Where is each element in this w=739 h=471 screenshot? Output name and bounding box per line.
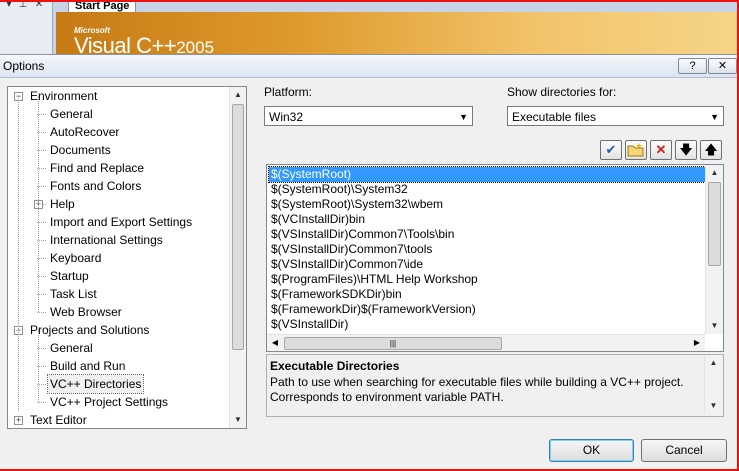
tree-item[interactable]: Find and Replace — [50, 159, 144, 177]
options-dialog: Options ? ✕ ▲ ▼ − Environment General AutoR… — [0, 54, 737, 470]
tree-item[interactable]: Web Browser — [50, 303, 122, 321]
product-banner: Microsoft Visual C++2005 — [56, 12, 739, 58]
annotation-border-top — [0, 0, 739, 2]
directory-item[interactable]: $(SystemRoot)\System32 — [269, 182, 408, 197]
list-vscrollbar[interactable]: ▲ ▼ — [705, 165, 723, 334]
list-scroll-thumb[interactable] — [708, 182, 721, 266]
move-up-icon[interactable]: 🡅 — [700, 140, 722, 160]
scroll-up-icon[interactable]: ▲ — [230, 87, 246, 103]
list-hscrollbar[interactable]: ◀ ||| ▶ — [267, 334, 705, 351]
options-tree[interactable]: ▲ ▼ − Environment General AutoRecover Docume… — [7, 86, 247, 429]
tree-item[interactable]: International Settings — [50, 231, 163, 249]
directory-item[interactable]: $(SystemRoot) — [268, 166, 706, 183]
chevron-down-icon[interactable]: ▼ — [459, 107, 468, 127]
ok-button[interactable]: OK — [549, 439, 634, 462]
tree-scrollbar[interactable]: ▲ ▼ — [229, 87, 246, 428]
scroll-right-icon[interactable]: ▶ — [689, 335, 705, 351]
tree-item[interactable]: Task List — [50, 285, 97, 303]
tree-connector — [38, 330, 39, 402]
platform-value: Win32 — [269, 110, 304, 124]
directory-item[interactable]: $(FrameworkDir)$(FrameworkVersion) — [269, 302, 476, 317]
scroll-down-icon[interactable]: ▼ — [706, 318, 723, 334]
tree-item[interactable]: VC++ Directories — [46, 374, 145, 394]
tree-item[interactable]: Fonts and Colors — [50, 177, 141, 195]
dialog-title: Options — [3, 59, 45, 73]
description-heading: Executable Directories — [270, 359, 400, 373]
chevron-down-icon[interactable]: ▼ — [710, 107, 719, 127]
ide-side-panel: ▾ ⊥ ✕ — [0, 0, 53, 54]
cancel-button[interactable]: Cancel — [641, 439, 727, 462]
delete-icon[interactable]: ✕ — [650, 140, 672, 160]
help-button[interactable]: ? — [678, 58, 707, 74]
close-button[interactable]: ✕ — [708, 58, 737, 74]
tree-item[interactable]: Keyboard — [50, 249, 101, 267]
checkmark-icon[interactable]: ✔ — [600, 140, 622, 160]
scroll-down-icon[interactable]: ▼ — [230, 412, 246, 428]
expand-icon[interactable]: + — [14, 416, 23, 425]
directory-item[interactable]: $(ProgramFiles)\HTML Help Workshop — [269, 272, 478, 287]
directory-item[interactable]: $(FrameworkSDKDir)bin — [269, 287, 402, 302]
show-dirs-label: Show directories for: — [507, 85, 617, 99]
tree-item[interactable]: General — [50, 339, 93, 357]
directory-item[interactable]: $(VSInstallDir)Common7\Tools\bin — [269, 227, 454, 242]
new-folder-icon[interactable] — [625, 140, 647, 160]
tree-item[interactable]: VC++ Project Settings — [50, 393, 168, 411]
tree-item[interactable]: Text Editor — [30, 411, 87, 428]
tree-connector — [38, 96, 39, 312]
tree-scroll-thumb[interactable] — [232, 104, 244, 350]
directory-item[interactable]: $(VSInstallDir)Common7\ide — [269, 257, 423, 272]
directory-item[interactable]: $(VCInstallDir)bin — [269, 212, 365, 227]
dialog-titlebar: Options ? ✕ — [0, 55, 737, 78]
tree-item[interactable]: Documents — [50, 141, 111, 159]
list-hscroll-thumb[interactable]: ||| — [284, 337, 502, 350]
platform-label: Platform: — [264, 85, 313, 99]
tree-item[interactable]: General — [50, 105, 93, 123]
tree-item[interactable]: Build and Run — [50, 357, 125, 375]
platform-select[interactable]: Win32 ▼ — [264, 106, 473, 126]
scroll-up-icon[interactable]: ▲ — [705, 355, 722, 371]
scroll-up-icon[interactable]: ▲ — [706, 165, 723, 181]
directory-item[interactable]: $(VSInstallDir)Common7\tools — [269, 242, 432, 257]
description-scrollbar[interactable]: ▲ ▼ — [704, 355, 722, 414]
move-down-icon[interactable]: 🡇 — [675, 140, 697, 160]
tree-item[interactable]: Startup — [50, 267, 89, 285]
show-dirs-select[interactable]: Executable files ▼ — [507, 106, 724, 126]
directory-item[interactable]: $(VSInstallDir) — [269, 317, 348, 332]
show-dirs-value: Executable files — [512, 110, 597, 124]
tree-connector — [18, 96, 19, 411]
tree-item[interactable]: Projects and Solutions — [30, 321, 149, 339]
scroll-left-icon[interactable]: ◀ — [267, 335, 283, 351]
tree-connector — [37, 402, 46, 403]
tree-connector — [37, 312, 46, 313]
tree-item[interactable]: Import and Export Settings — [50, 213, 192, 231]
tree-item[interactable]: AutoRecover — [50, 123, 119, 141]
scroll-down-icon[interactable]: ▼ — [705, 398, 722, 414]
directory-item[interactable]: $(SystemRoot)\System32\wbem — [269, 197, 443, 212]
directory-list[interactable]: $(VSInstallDir) $(FrameworkDir)$(Framewor… — [266, 164, 724, 352]
description-panel: Executable Directories Path to use when … — [266, 354, 724, 417]
tree-item[interactable]: Environment — [30, 87, 97, 105]
tree-item[interactable]: Help — [50, 195, 75, 213]
description-text: Path to use when searching for executabl… — [270, 375, 684, 404]
